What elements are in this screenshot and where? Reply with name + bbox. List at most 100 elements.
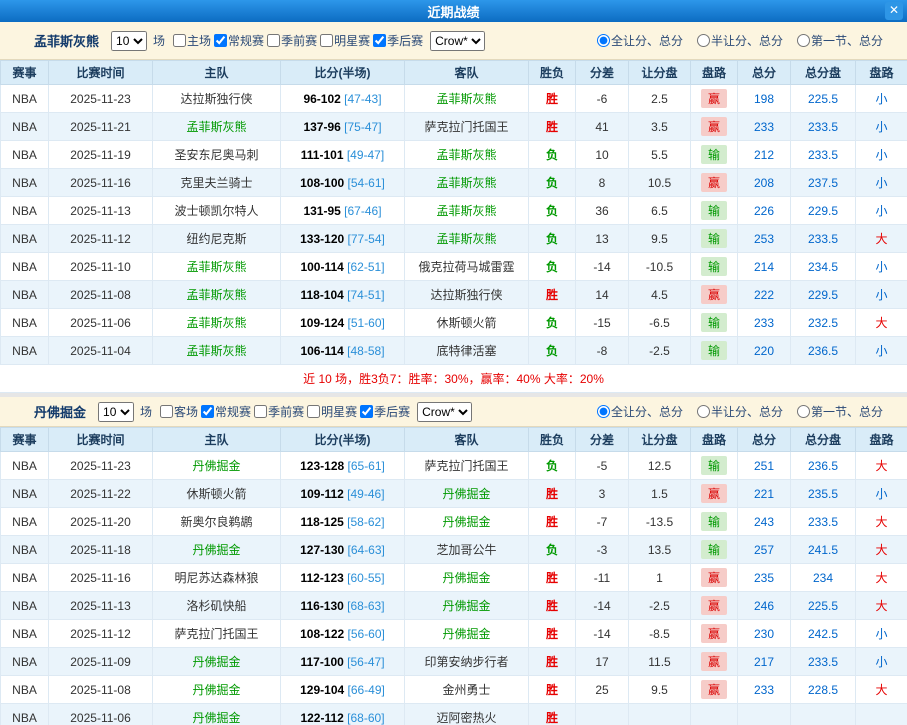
games-count-select[interactable]: 10 (111, 31, 147, 51)
final-score: 108-100 (300, 176, 344, 190)
radio-input[interactable] (597, 405, 610, 418)
cell-league: NBA (1, 225, 49, 253)
filter-checkbox[interactable]: 明星赛 (320, 32, 370, 49)
cell-total-line: 233.5 (791, 141, 856, 169)
filter-checkbox[interactable]: 季前赛 (267, 32, 317, 49)
cell-total-line: 236.5 (791, 452, 856, 480)
cell-home-team: 洛杉矶快船 (153, 592, 281, 620)
checkbox-input[interactable] (201, 405, 214, 418)
cell-total-line: 234 (791, 564, 856, 592)
halftime-score: [77-54] (344, 232, 385, 246)
radio-input[interactable] (697, 405, 710, 418)
cell-home-team: 纽约尼克斯 (153, 225, 281, 253)
cell-handicap-line: 11.5 (629, 648, 691, 676)
filter-checkbox[interactable]: 常规赛 (214, 32, 264, 49)
column-header: 盘路 (856, 428, 907, 452)
cell-total-line: 225.5 (791, 85, 856, 113)
cell-score: 123-128 [65-61] (281, 452, 405, 480)
cell-league: NBA (1, 704, 49, 725)
game-row: NBA2025-11-04孟菲斯灰熊106-114 [48-58]底特律活塞负-… (1, 337, 907, 365)
cell-score: 116-130 [68-63] (281, 592, 405, 620)
final-score: 127-130 (300, 543, 344, 557)
cell-date: 2025-11-23 (49, 85, 153, 113)
games-count-select[interactable]: 10 (98, 402, 134, 422)
game-row: NBA2025-11-10孟菲斯灰熊100-114 [62-51]俄克拉荷马城雷… (1, 253, 907, 281)
radio-input[interactable] (597, 34, 610, 47)
line-option-radio[interactable]: 第一节、总分 (797, 403, 883, 420)
checkbox-input[interactable] (373, 34, 386, 47)
cell-total-line: 236.5 (791, 337, 856, 365)
radio-input[interactable] (797, 34, 810, 47)
radio-input[interactable] (797, 405, 810, 418)
cell-date: 2025-11-08 (49, 676, 153, 704)
summary-row: 近 10 场，胜3负7：胜率：30%，赢率：40% 大率：20% (0, 365, 907, 393)
cell-over-under: 小 (856, 620, 907, 648)
cell-score: 96-102 [47-43] (281, 85, 405, 113)
final-score: 116-130 (300, 599, 343, 613)
close-icon[interactable]: ✕ (885, 2, 903, 20)
checkbox-input[interactable] (307, 405, 320, 418)
result-text: 胜 (546, 711, 558, 725)
line-option-radio[interactable]: 第一节、总分 (797, 32, 883, 49)
column-header: 赛事 (1, 428, 49, 452)
handicap-result-badge: 输 (701, 257, 727, 276)
cell-league: NBA (1, 309, 49, 337)
cell-score: 109-124 [51-60] (281, 309, 405, 337)
handicap-result-badge: 赢 (701, 652, 727, 671)
cell-handicap-line: 5.5 (629, 141, 691, 169)
line-option-radio[interactable]: 半让分、总分 (697, 32, 783, 49)
cell-total-line: 235.5 (791, 480, 856, 508)
filter-checkbox[interactable]: 常规赛 (201, 403, 251, 420)
filter-checkbox[interactable]: 主场 (173, 32, 211, 49)
cell-over-under: 大 (856, 536, 907, 564)
cell-result: 负 (529, 197, 576, 225)
halftime-score: [47-43] (341, 92, 382, 106)
cell-result: 负 (529, 452, 576, 480)
handicap-result-badge: 输 (701, 341, 727, 360)
radio-label: 全让分、总分 (611, 32, 683, 49)
cell-handicap-line: 12.5 (629, 452, 691, 480)
checkbox-input[interactable] (320, 34, 333, 47)
cell-handicap-result: 赢 (691, 169, 738, 197)
checkbox-input[interactable] (254, 405, 267, 418)
over-under-text: 大 (875, 571, 887, 585)
cell-result: 胜 (529, 676, 576, 704)
filter-checkbox[interactable]: 季前赛 (254, 403, 304, 420)
cell-home-team: 孟菲斯灰熊 (153, 113, 281, 141)
filter-checkbox[interactable]: 明星赛 (307, 403, 357, 420)
cell-result: 胜 (529, 85, 576, 113)
game-row: NBA2025-11-18丹佛掘金127-130 [64-63]芝加哥公牛负-3… (1, 536, 907, 564)
cell-date: 2025-11-13 (49, 592, 153, 620)
cell-total-line: 229.5 (791, 281, 856, 309)
filter-checkbox[interactable]: 季后赛 (360, 403, 410, 420)
cell-league: NBA (1, 113, 49, 141)
count-suffix-label: 场 (153, 32, 165, 49)
line-option-radio[interactable]: 半让分、总分 (697, 403, 783, 420)
game-row: NBA2025-11-06孟菲斯灰熊109-124 [51-60]休斯顿火箭负-… (1, 309, 907, 337)
cell-point-diff: -14 (576, 620, 629, 648)
cell-league: NBA (1, 281, 49, 309)
result-text: 负 (546, 204, 558, 218)
result-text: 负 (546, 316, 558, 330)
line-option-radio[interactable]: 全让分、总分 (597, 403, 683, 420)
radio-input[interactable] (697, 34, 710, 47)
checkbox-input[interactable] (267, 34, 280, 47)
filter-checkbox[interactable]: 客场 (160, 403, 198, 420)
line-option-radio[interactable]: 全让分、总分 (597, 32, 683, 49)
final-score: 109-124 (300, 316, 344, 330)
final-score: 112-123 (300, 571, 343, 585)
cell-handicap-line: -10.5 (629, 253, 691, 281)
bookmaker-select[interactable]: Crow* (417, 402, 472, 422)
checkbox-input[interactable] (173, 34, 186, 47)
result-text: 负 (546, 459, 558, 473)
game-row: NBA2025-11-06丹佛掘金122-112 [68-60]迈阿密热火胜 (1, 704, 907, 725)
bookmaker-select[interactable]: Crow* (430, 31, 485, 51)
checkbox-input[interactable] (160, 405, 173, 418)
filter-checkbox[interactable]: 季后赛 (373, 32, 423, 49)
column-header: 客队 (405, 428, 529, 452)
cell-total-points: 208 (738, 169, 791, 197)
cell-home-team: 圣安东尼奥马刺 (153, 141, 281, 169)
cell-over-under: 大 (856, 452, 907, 480)
checkbox-input[interactable] (214, 34, 227, 47)
checkbox-input[interactable] (360, 405, 373, 418)
